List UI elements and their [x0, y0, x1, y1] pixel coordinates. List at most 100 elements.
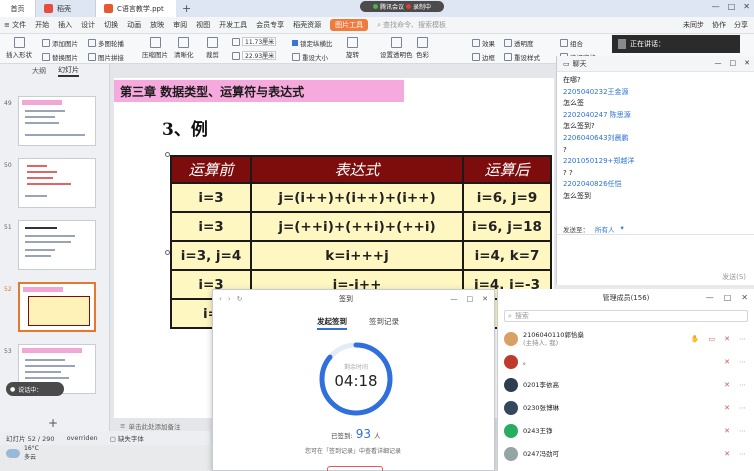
mic-off-icon[interactable]: ✕ [724, 427, 730, 435]
tab-docer[interactable]: 稻壳 [36, 0, 96, 17]
menu-transition[interactable]: 切换 [104, 20, 118, 30]
member-row[interactable]: 0201李依高 ✕ ⋯ [504, 376, 748, 394]
more-icon[interactable]: ⋯ [739, 335, 746, 343]
height-value[interactable]: 11.73厘米 [242, 37, 276, 46]
example-heading[interactable]: 3、例 [162, 115, 208, 140]
send-to-select[interactable]: 所有人 [595, 224, 615, 234]
reset-size-button[interactable]: 重设大小 [292, 52, 328, 62]
member-row[interactable]: 2106040110郭恰燊 (主持人, 我) ✋ ▭ ✕ ⋯ [504, 330, 748, 348]
minimize-button[interactable]: — [706, 293, 714, 302]
multi-carousel-button[interactable]: 多图轮播 [88, 38, 124, 48]
compress-picture-button[interactable]: 压缩图片 [142, 37, 168, 59]
tab-document[interactable]: C语言教学.ppt [96, 0, 176, 17]
chat-sender[interactable]: 2201050129+郑越洋 [563, 156, 748, 168]
chat-sender[interactable]: 2206040643刘晨鹏 [563, 133, 748, 145]
member-row[interactable]: 0230张博琳 ✕ ⋯ [504, 399, 748, 417]
maximize-button[interactable]: □ [728, 2, 736, 11]
menu-member[interactable]: 会员专享 [256, 20, 284, 30]
close-button[interactable]: ✕ [482, 295, 488, 303]
tab-home[interactable]: 首页 [0, 0, 36, 17]
weather-widget[interactable]: 16°C 多云 [6, 445, 39, 461]
border-button[interactable]: 边框 [472, 52, 495, 62]
more-icon[interactable]: ⋯ [739, 404, 746, 412]
more-icon[interactable]: ⋯ [739, 427, 746, 435]
mic-off-icon[interactable]: ✕ [724, 358, 730, 366]
collaborate-button[interactable]: 协作 [712, 20, 726, 30]
tab-outline[interactable]: 大纲 [32, 66, 46, 76]
member-row[interactable]: 0247冯劲可 ✕ ⋯ [504, 445, 748, 463]
lock-ratio-checkbox[interactable]: 锁定纵横比 [292, 38, 333, 48]
chat-recipient[interactable]: 发送至： 所有人 ▾ [563, 224, 624, 234]
replace-picture-button[interactable]: 替换图片 [42, 52, 78, 62]
crop-button[interactable]: 裁剪 [206, 37, 219, 59]
menu-slideshow[interactable]: 放映 [150, 20, 164, 30]
menu-file[interactable]: ≡ 文件 [4, 20, 26, 30]
insert-shape-button[interactable]: 插入形状 [6, 37, 32, 59]
menu-docer-resources[interactable]: 稻壳资源 [293, 20, 321, 30]
close-button[interactable]: ✕ [743, 2, 750, 11]
close-button[interactable]: ✕ [741, 293, 748, 302]
back-icon[interactable]: ‹ [219, 295, 222, 303]
command-search[interactable]: ⌕ 查找命令、搜索模板 [377, 20, 446, 30]
resize-handle[interactable] [165, 250, 170, 255]
hand-icon[interactable]: ✋ [691, 335, 700, 343]
more-icon[interactable]: ⋯ [739, 450, 746, 458]
tab-start-signin[interactable]: 发起签到 [317, 316, 347, 330]
picture-stitch-button[interactable]: 图片拼接 [88, 52, 124, 62]
slide-thumbnail-selected[interactable] [18, 282, 96, 332]
menu-animation[interactable]: 动画 [127, 20, 141, 30]
chat-sender[interactable]: 2205040232王金源 [563, 87, 748, 99]
maximize-button[interactable]: □ [467, 295, 474, 303]
end-signin-button[interactable] [327, 466, 383, 471]
menu-review[interactable]: 审阅 [173, 20, 187, 30]
chapter-title[interactable]: 第三章 数据类型、运算符与表达式 [114, 80, 404, 102]
more-icon[interactable]: ⋯ [739, 358, 746, 366]
mic-off-icon[interactable]: ✕ [724, 450, 730, 458]
tab-signin-records[interactable]: 签到记录 [369, 316, 399, 330]
chat-close-button[interactable]: ✕ [744, 59, 750, 67]
reset-style-button[interactable]: 重设样式 [504, 52, 540, 62]
menu-view[interactable]: 视图 [196, 20, 210, 30]
slide-thumbnail[interactable] [18, 96, 96, 146]
meeting-indicator[interactable]: 腾讯会议 录制中 [360, 1, 444, 12]
refresh-icon[interactable]: ↻ [237, 295, 243, 303]
width-value[interactable]: 22.93厘米 [242, 51, 276, 60]
add-slide-button[interactable]: + [48, 416, 58, 430]
send-button[interactable]: 发送(S) [722, 272, 746, 282]
transparency-button[interactable]: 透明度 [504, 38, 534, 48]
camera-off-icon[interactable]: ▭ [709, 335, 716, 343]
slide-thumbnail[interactable] [18, 158, 96, 208]
sync-status[interactable]: 未同步 [683, 20, 704, 30]
chat-sender[interactable]: 2202040826任恺 [563, 179, 748, 191]
set-transparent-button[interactable]: 设置透明色 [380, 37, 413, 59]
mic-off-icon[interactable]: ✕ [724, 381, 730, 389]
minimize-button[interactable]: — [451, 295, 458, 303]
mic-off-icon[interactable]: ✕ [724, 335, 730, 343]
member-row[interactable]: 0243王铮 ✕ ⋯ [504, 422, 748, 440]
chat-sender[interactable]: 2202040247 陈思源 [563, 110, 748, 122]
resize-handle[interactable] [165, 152, 170, 157]
forward-icon[interactable]: › [228, 295, 231, 303]
height-field[interactable]: 11.73厘米 [232, 37, 276, 46]
width-field[interactable]: 22.93厘米 [232, 51, 276, 60]
share-button[interactable]: 分享 [734, 20, 748, 30]
effect-button[interactable]: 效果 [472, 38, 495, 48]
members-search-input[interactable]: ⌕ 搜索 [504, 310, 748, 322]
chat-maximize-button[interactable]: □ [730, 59, 737, 67]
minimize-button[interactable]: — [712, 2, 720, 11]
maximize-button[interactable]: □ [724, 293, 732, 302]
color-button[interactable]: 色彩 [416, 37, 429, 59]
add-picture-button[interactable]: 添加图片 [42, 38, 78, 48]
menu-insert[interactable]: 插入 [58, 20, 72, 30]
missing-font-indicator[interactable]: ▢ 缺失字体 [110, 433, 144, 443]
menu-design[interactable]: 设计 [81, 20, 95, 30]
group-button[interactable]: 组合 [560, 38, 583, 48]
talking-indicator[interactable]: ● 说话中： [6, 382, 64, 396]
clarity-button[interactable]: 清晰化 [174, 37, 194, 59]
rotate-button[interactable]: 旋转 [346, 37, 359, 59]
menu-picture-tool[interactable]: 图片工具 [330, 19, 369, 31]
tab-slides[interactable]: 幻灯片 [58, 65, 79, 77]
mic-off-icon[interactable]: ✕ [724, 404, 730, 412]
member-row[interactable]: 。 ✕ ⋯ [504, 353, 748, 371]
more-icon[interactable]: ⋯ [739, 381, 746, 389]
